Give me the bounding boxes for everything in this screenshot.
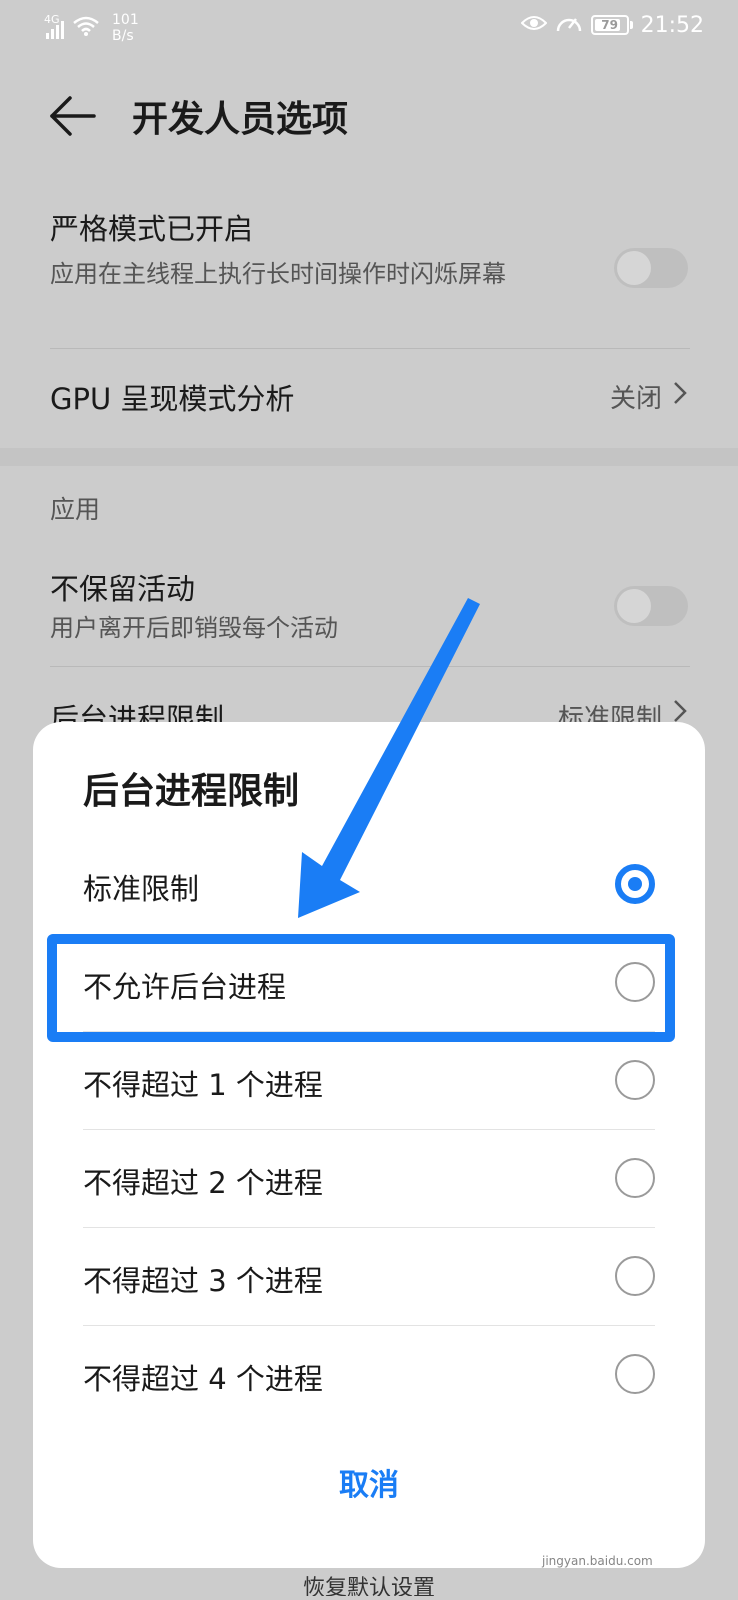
cancel-button[interactable]: 取消 [33, 1454, 705, 1518]
dont-keep-activities-subtitle: 用户离开后即销毁每个活动 [50, 614, 338, 642]
divider [50, 348, 690, 349]
chevron-right-icon [672, 698, 688, 722]
dialog-title: 后台进程限制 [83, 771, 300, 812]
dont-keep-activities-toggle[interactable] [614, 586, 688, 626]
net-speed-unit: B/s [112, 28, 134, 44]
gpu-profile-value: 关闭 [609, 384, 662, 414]
page-title: 开发人员选项 [132, 99, 349, 140]
divider [50, 666, 690, 667]
battery-level: 79 [601, 18, 618, 32]
dont-keep-activities-row[interactable]: 不保留活动 用户离开后即销毁每个活动 [50, 566, 690, 656]
strict-mode-row[interactable]: 严格模式已开启 应用在主线程上执行长时间操作时闪烁屏幕 [50, 206, 690, 336]
option-label: 标准限制 [83, 872, 200, 906]
option-standard[interactable]: 标准限制 [83, 836, 655, 934]
section-label-apps: 应用 [50, 495, 101, 524]
eye-icon [520, 14, 548, 36]
bg-limit-dialog: 后台进程限制 标准限制 不允许后台进程 不得超过 1 个进程 不得超过 2 个进… [33, 722, 705, 1568]
radio-icon[interactable] [615, 1060, 655, 1100]
dont-keep-activities-title: 不保留活动 [50, 572, 196, 606]
battery-icon: 79 [590, 15, 633, 35]
back-button[interactable] [44, 86, 104, 146]
strict-mode-toggle[interactable] [614, 248, 688, 288]
radio-selected-icon[interactable] [615, 864, 655, 904]
option-max-1[interactable]: 不得超过 1 个进程 [83, 1032, 655, 1130]
speedometer-icon [555, 12, 583, 38]
status-left: 4G 101 B/s [44, 12, 139, 44]
option-label: 不得超过 2 个进程 [83, 1166, 323, 1200]
watermark-url: jingyan.baidu.com [542, 1554, 653, 1568]
strict-mode-title: 严格模式已开启 [50, 212, 254, 246]
chevron-right-icon [672, 380, 688, 413]
network-type: 4G [44, 13, 60, 26]
net-speed-value: 101 [112, 12, 139, 28]
bg-limit-value: 标准限制 [557, 704, 662, 722]
gpu-profile-row[interactable]: GPU 呈现模式分析 [50, 376, 690, 436]
wifi-icon [72, 15, 100, 41]
option-label: 不得超过 4 个进程 [83, 1362, 323, 1396]
option-max-2[interactable]: 不得超过 2 个进程 [83, 1130, 655, 1228]
radio-icon[interactable] [615, 1256, 655, 1296]
gpu-profile-title: GPU 呈现模式分析 [50, 382, 295, 416]
gpu-profile-value-wrap: 关闭 [610, 378, 688, 415]
net-speed: 101 B/s [112, 12, 139, 44]
radio-icon[interactable] [615, 1158, 655, 1198]
section-gap [0, 448, 738, 466]
signal-icon: 4G [44, 13, 64, 39]
screen: 4G 101 B/s 79 21:52 开发人员选项 严格模式已开启 应用在主线… [0, 0, 738, 1600]
status-right: 79 21:52 [520, 12, 704, 38]
highlight-annotation-box [47, 934, 675, 1042]
toggle-knob [617, 251, 651, 285]
clock: 21:52 [640, 12, 704, 38]
back-arrow-icon [50, 96, 96, 136]
option-max-3[interactable]: 不得超过 3 个进程 [83, 1228, 655, 1326]
baidu-watermark: Bai du 经验 jingyan.baidu.com [528, 1520, 708, 1580]
option-label: 不得超过 3 个进程 [83, 1264, 323, 1298]
bg-limit-value-wrap: 标准限制 [558, 698, 688, 722]
strict-mode-subtitle: 应用在主线程上执行长时间操作时闪烁屏幕 [50, 260, 506, 288]
baidu-logo-icon: Bai du 经验 [528, 1519, 706, 1554]
option-max-4[interactable]: 不得超过 4 个进程 [83, 1326, 655, 1424]
option-label: 不得超过 1 个进程 [83, 1068, 323, 1102]
status-bar: 4G 101 B/s 79 21:52 [0, 0, 738, 56]
app-bar: 开发人员选项 [0, 70, 738, 160]
toggle-knob [617, 589, 651, 623]
radio-icon[interactable] [615, 1354, 655, 1394]
